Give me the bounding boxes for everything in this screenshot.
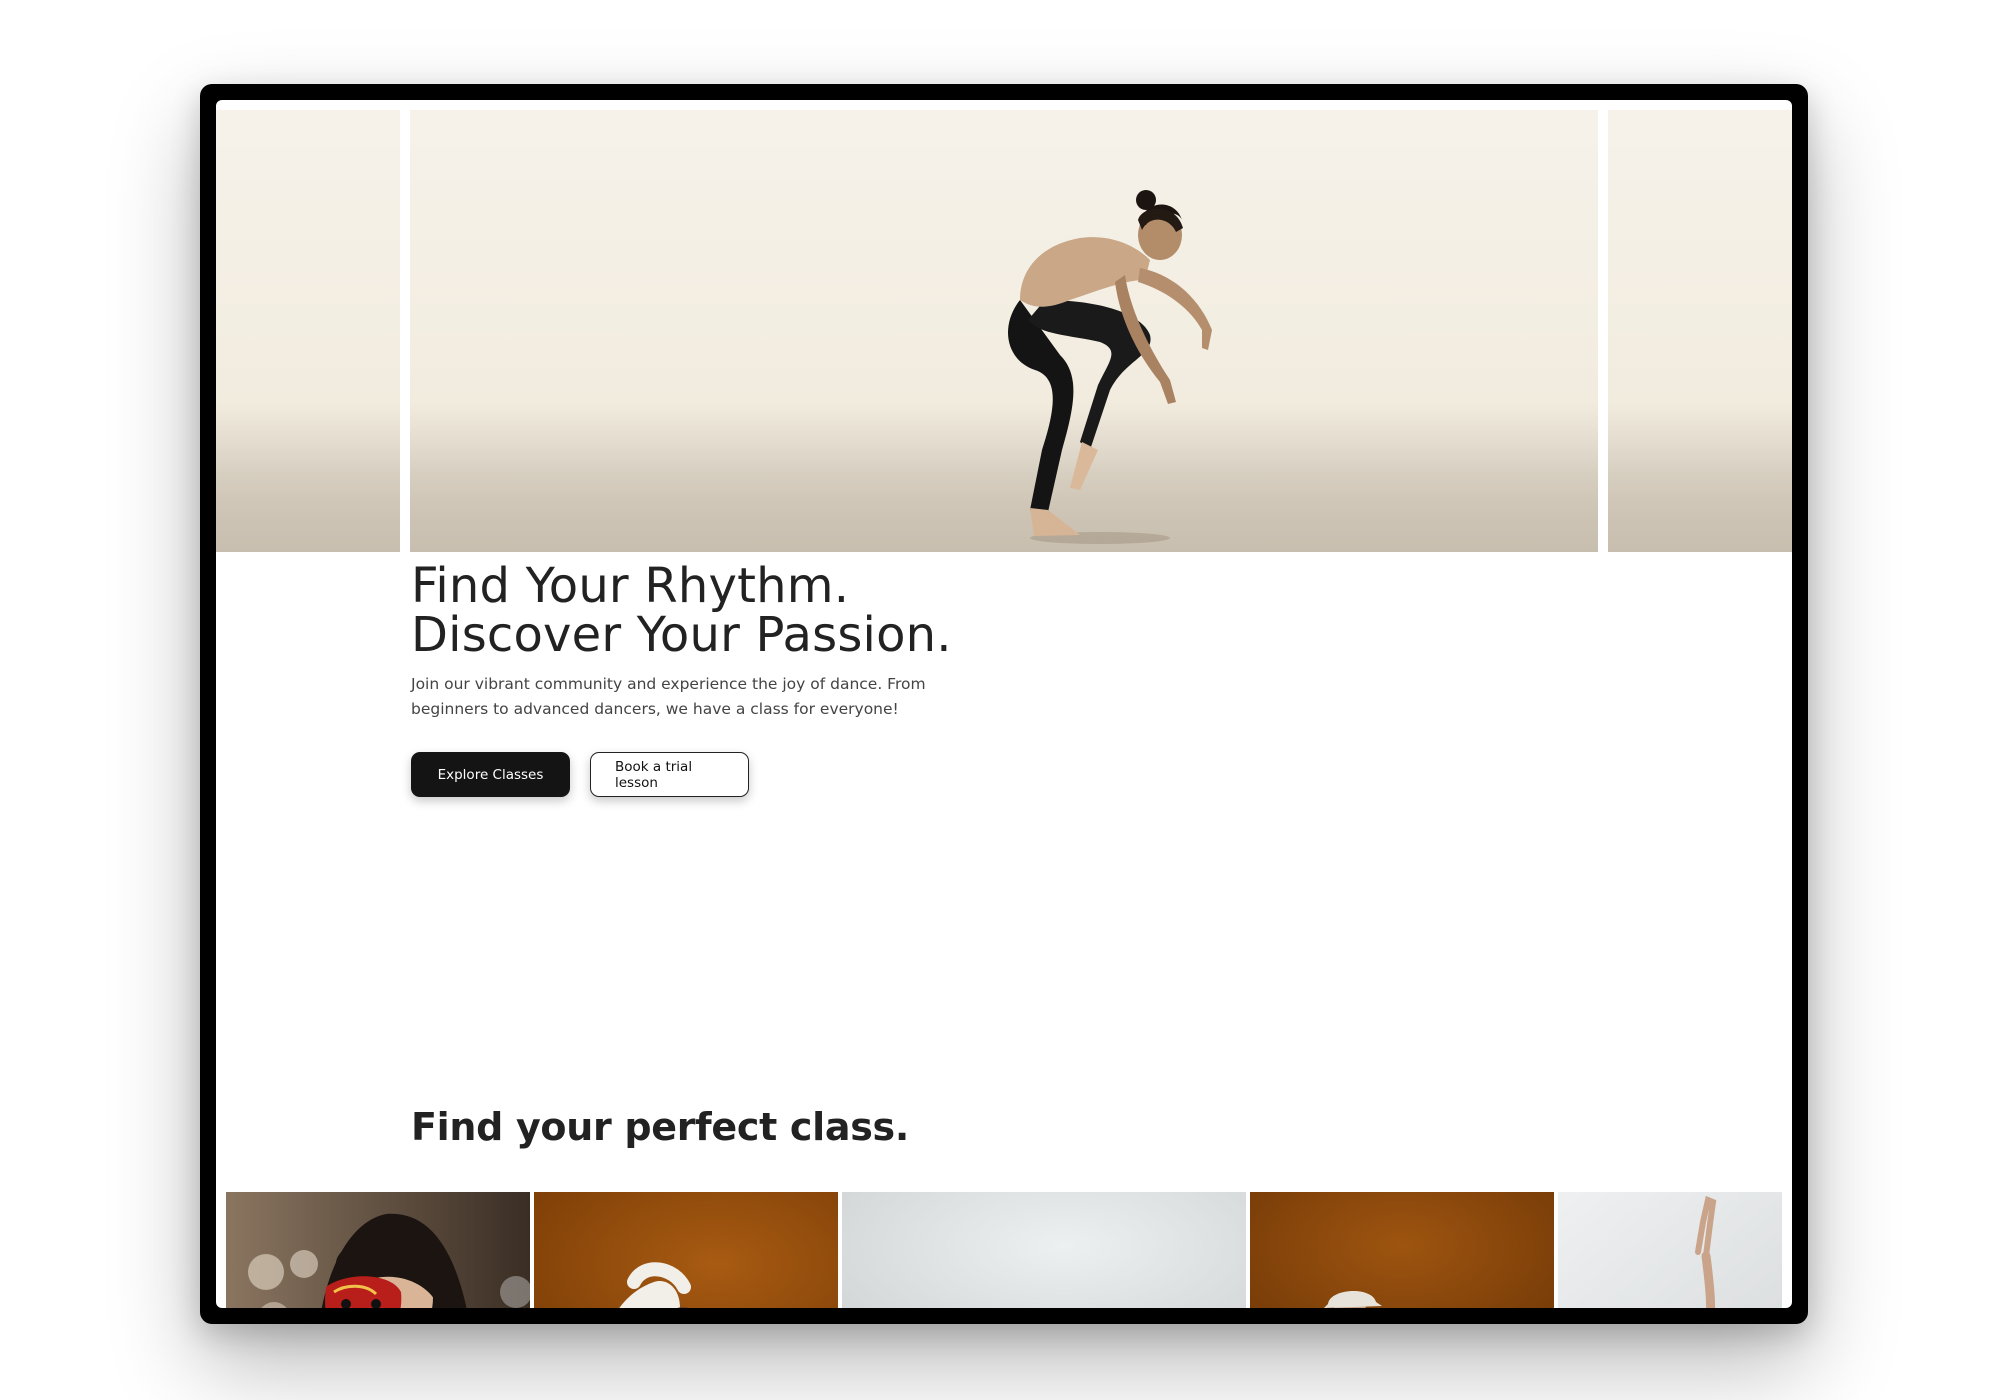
hero-subtext: Join our vibrant community and experienc… [411, 675, 926, 718]
class-tile-contemporary[interactable] [534, 1192, 838, 1308]
explore-classes-button[interactable]: Explore Classes [411, 752, 570, 797]
class-gallery [226, 1192, 1782, 1308]
dancer-arm-raised-image [1558, 1192, 1782, 1308]
class-tile-mask[interactable] [226, 1192, 530, 1308]
classes-section-title: Find your perfect class. [411, 1105, 909, 1149]
woman-with-mask-image [226, 1192, 530, 1308]
hero-copy: Find Your Rhythm. Discover Your Passion.… [411, 562, 1111, 722]
hero-slide-previous[interactable] [216, 110, 400, 552]
browser-viewport: Find Your Rhythm. Discover Your Passion.… [216, 100, 1792, 1308]
dancer-on-orange-image [534, 1192, 838, 1308]
dancer-bending-image [842, 1192, 1246, 1308]
hero-headline: Find Your Rhythm. Discover Your Passion. [411, 562, 1111, 660]
hero-slide-current [410, 110, 1598, 552]
hiphop-dancer-image [1250, 1192, 1554, 1308]
hero-slide-next[interactable] [1608, 110, 1792, 552]
hero-headline-line1: Find Your Rhythm. [411, 558, 850, 614]
device-frame: Find Your Rhythm. Discover Your Passion.… [200, 84, 1808, 1324]
hero-carousel[interactable] [216, 110, 1792, 552]
hero-headline-line2: Discover Your Passion. [411, 607, 952, 663]
class-tile-ballet[interactable] [842, 1192, 1246, 1308]
class-tile-hiphop[interactable] [1250, 1192, 1554, 1308]
class-tile-jazz[interactable] [1558, 1192, 1782, 1308]
hero-cta-row: Explore Classes Book a trial lesson [411, 752, 749, 797]
ballet-dancer-image [1008, 190, 1212, 544]
book-trial-lesson-button[interactable]: Book a trial lesson [590, 752, 749, 797]
